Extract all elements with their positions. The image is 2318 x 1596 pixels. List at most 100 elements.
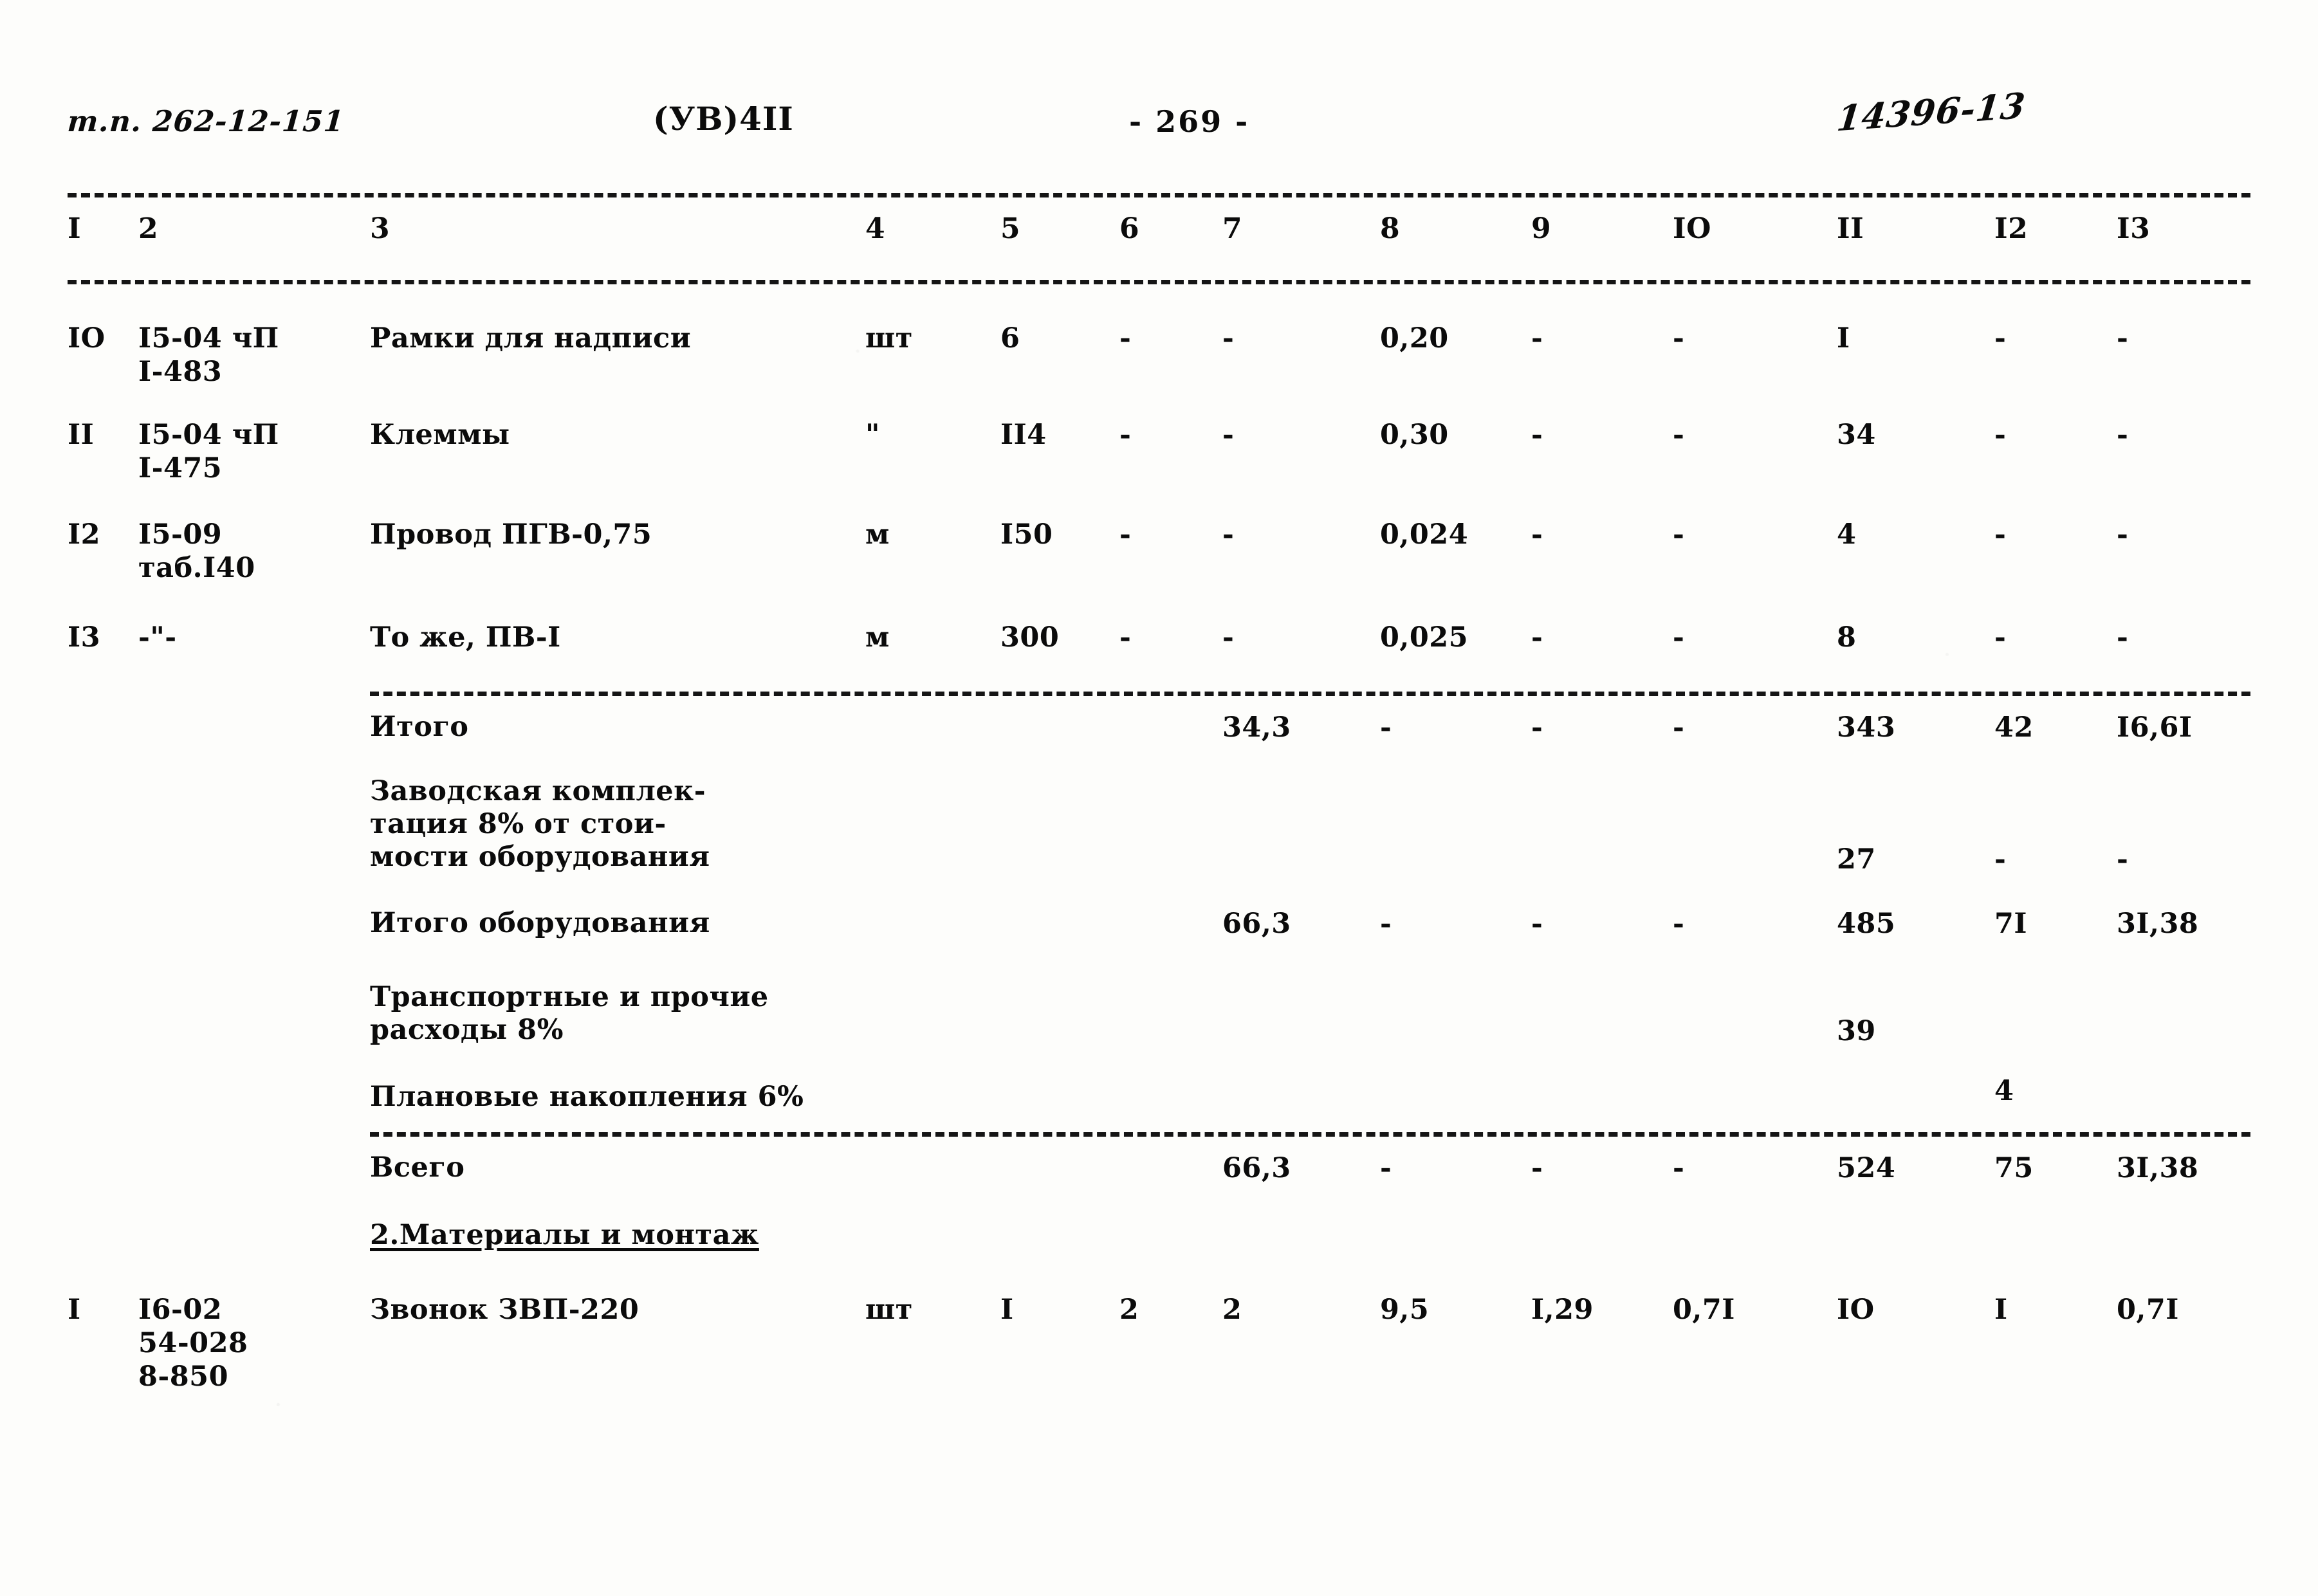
row-col7: 2 (1222, 1294, 1242, 1326)
row-col9: - (1531, 518, 1543, 551)
row-description: Звонок ЗВП-220 (370, 1294, 639, 1326)
cost-estimate-table: I 2 3 4 5 6 7 8 9 IO II I2 I3 (0, 212, 2318, 270)
row-index: II (68, 419, 95, 451)
col-header-4: 4 (865, 212, 886, 245)
row-col9: - (1531, 322, 1543, 354)
row-index: I3 (68, 621, 101, 654)
summary-row-transport-costs: Транспортные и прочие расходы 8% 39 (0, 981, 2318, 1065)
row-col12: - (1994, 322, 2007, 354)
row-col13: - (2117, 419, 2129, 451)
summary-col7: 34,3 (1222, 711, 1291, 744)
summary-row-factory-completion: Заводская комплек- тация 8% от стои- мос… (0, 775, 2318, 891)
row-col6: - (1119, 518, 1132, 551)
summary-label: Итого (370, 711, 469, 743)
row-col6: - (1119, 621, 1132, 654)
row-col7: - (1222, 518, 1235, 551)
ref-line-1: I5-04 чП (138, 322, 279, 354)
summary-col7: 66,3 (1222, 908, 1291, 940)
col-header-6: 6 (1119, 212, 1140, 245)
row-col12: - (1994, 518, 2007, 551)
row-unit: шт (865, 322, 913, 354)
summary-row-equipment-total: Итого оборудования 66,3 - - - 485 7I 3I,… (0, 907, 2318, 971)
summary-row-grand-total: Всего 66,3 - - - 524 75 3I,38 (0, 1151, 2318, 1216)
table-row: I2 I5-09 таб.I40 Провод ПГВ-0,75 м I50 - … (0, 518, 2318, 608)
row-col6: 2 (1119, 1294, 1139, 1326)
page-header: т.п. 262-12-151 (УВ)4II - 269 - 14396-13 (0, 84, 2318, 174)
summary-label: Плановые накопления 6% (370, 1081, 804, 1113)
col-header-12: I2 (1994, 212, 2028, 245)
table-column-header-row: I 2 3 4 5 6 7 8 9 IO II I2 I3 (0, 212, 2318, 270)
row-col10: - (1673, 322, 1685, 354)
row-unit: шт (865, 1294, 913, 1326)
summary-label: Заводская комплек- тация 8% от стои- мос… (370, 775, 710, 873)
row-unit: м (865, 621, 890, 654)
col-header-3: 3 (370, 212, 391, 245)
row-col9: I,29 (1531, 1294, 1594, 1326)
summary-col11: 343 (1837, 711, 1896, 744)
summary-col12: - (1994, 843, 2007, 876)
table-row: II I5-04 чП I-475 Клеммы " II4 - - 0,30 -… (0, 418, 2318, 508)
summary-col10: - (1673, 908, 1685, 940)
row-col12: I (1994, 1294, 2008, 1326)
row-col7: - (1222, 322, 1235, 354)
summary-col12: 4 (1994, 1075, 2014, 1107)
row-col12: - (1994, 419, 2007, 451)
row-col6: - (1119, 322, 1132, 354)
summary-row-planned-savings: Плановые накопления 6% 4 (0, 1075, 2318, 1139)
row-ref-code: I5-04 чП I-483 (138, 322, 351, 389)
summary-col9: - (1531, 1152, 1543, 1184)
summary-col9: - (1531, 711, 1543, 744)
summary-col11: 39 (1837, 1015, 1876, 1047)
row-col13: 0,7I (2117, 1294, 2179, 1326)
summary-col12: 75 (1994, 1152, 2034, 1184)
summary-col10: - (1673, 1152, 1685, 1184)
summary-col12: 42 (1994, 711, 2034, 744)
row-col11: IO (1837, 1294, 1875, 1326)
row-col6: - (1119, 419, 1132, 451)
row-col13: - (2117, 322, 2129, 354)
row-col8: 9,5 (1380, 1294, 1430, 1326)
summary-label: Транспортные и прочие расходы 8% (370, 981, 769, 1046)
handwritten-stamp: 14396-13 (1834, 84, 2028, 140)
col-header-8: 8 (1380, 212, 1401, 245)
row-qty: 300 (1000, 621, 1060, 654)
row-col12: - (1994, 621, 2007, 654)
col-header-2: 2 (138, 212, 159, 245)
row-ref-code: I5-04 чП I-475 (138, 418, 351, 485)
ref-line-1: I5-09 (138, 518, 223, 551)
ref-line-2: I-475 (138, 452, 223, 484)
col-header-11: II (1837, 212, 1864, 245)
row-unit: м (865, 518, 890, 551)
row-col10: - (1673, 419, 1685, 451)
row-qty: II4 (1000, 419, 1047, 451)
row-index: IO (68, 322, 106, 354)
row-qty: I50 (1000, 518, 1053, 551)
row-col8: 0,024 (1380, 518, 1469, 551)
summary-label: Итого оборудования (370, 907, 710, 939)
col-header-7: 7 (1222, 212, 1243, 245)
summary-col8: - (1380, 1152, 1392, 1184)
section-heading-materials-installation: 2.Материалы и монтаж (370, 1219, 759, 1251)
summary-row-itogo: Итого 34,3 - - - 343 42 I6,6I (0, 711, 2318, 775)
page-number: - 269 - (1129, 104, 1250, 139)
row-description: Рамки для надписи (370, 322, 692, 354)
row-qty: 6 (1000, 322, 1020, 354)
ref-line-2: 54-028 (138, 1327, 248, 1359)
summary-col11: 27 (1837, 843, 1876, 876)
summary-col9: - (1531, 908, 1543, 940)
row-col8: 0,30 (1380, 419, 1449, 451)
table-row: I3 -"- То же, ПВ-I м 300 - - 0,025 - - 8… (0, 621, 2318, 692)
ref-line-2: таб.I40 (138, 552, 255, 584)
col-header-9: 9 (1531, 212, 1552, 245)
ref-line-1: I5-04 чП (138, 419, 279, 451)
row-col11: 34 (1837, 419, 1876, 451)
ref-line-1: -"- (138, 621, 177, 654)
row-col10: 0,7I (1673, 1294, 1735, 1326)
table-top-rule (68, 193, 2250, 197)
row-unit: " (865, 419, 880, 451)
row-col9: - (1531, 419, 1543, 451)
summary-col13: - (2117, 843, 2129, 876)
total-top-rule (370, 1132, 2250, 1137)
row-col10: - (1673, 621, 1685, 654)
row-col9: - (1531, 621, 1543, 654)
